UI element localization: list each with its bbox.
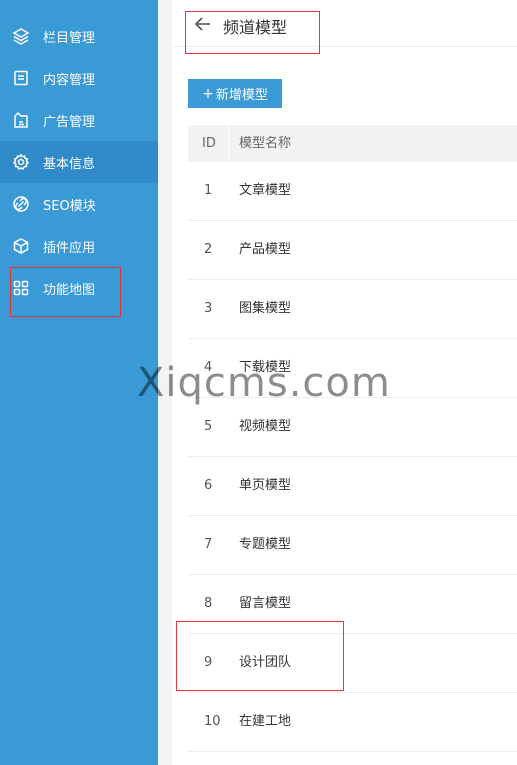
row-id: 7 [204, 537, 213, 552]
add-model-button[interactable]: + 新增模型 [188, 79, 282, 108]
row-id: 10 [204, 714, 221, 729]
row-model-name: 图集模型 [239, 301, 292, 316]
sidebar-item-label: 内容管理 [43, 72, 96, 88]
sidebar-item-content-management[interactable]: 内容管理 [0, 57, 158, 99]
sidebar-item-label: 插件应用 [43, 240, 96, 256]
row-id: 6 [204, 478, 213, 493]
row-id: 5 [204, 419, 213, 434]
table-row[interactable]: 8 留言模型 [188, 575, 517, 634]
watermark: Xiqcms.com [137, 360, 391, 406]
row-model-name: 留言模型 [239, 596, 292, 611]
row-model-name: 单页模型 [239, 478, 292, 493]
link-icon [12, 195, 30, 213]
layers-icon [12, 27, 30, 45]
column-header-model-name: 模型名称 [239, 136, 292, 151]
table-header: ID 模型名称 [188, 125, 517, 162]
row-model-name: 视频模型 [239, 419, 292, 434]
gear-icon [12, 153, 30, 171]
row-id: 8 [204, 596, 213, 611]
table-row[interactable]: 6 单页模型 [188, 457, 517, 516]
row-model-name: 专题模型 [239, 537, 292, 552]
sidebar-item-label: 基本信息 [43, 156, 96, 172]
sidebar: 栏目管理 内容管理 广告管理 基本信息 SEO模块 插件应用 功能地图 [0, 0, 158, 765]
row-model-name: 文章模型 [239, 183, 292, 198]
table-row[interactable]: 2 产品模型 [188, 221, 517, 280]
table-row[interactable]: 5 视频模型 [188, 398, 517, 457]
sidebar-item-basic-info[interactable]: 基本信息 [0, 141, 158, 183]
plus-icon: + [202, 85, 214, 102]
row-id: 1 [204, 183, 213, 198]
add-model-label: 新增模型 [215, 88, 268, 103]
sidebar-item-seo[interactable]: SEO模块 [0, 183, 158, 225]
table-row[interactable]: 1 文章模型 [188, 162, 517, 221]
table-row[interactable]: 9 设计团队 [188, 634, 517, 693]
row-model-name: 产品模型 [239, 242, 292, 257]
cube-icon [12, 237, 30, 255]
page-header: 频道模型 [172, 0, 517, 47]
document-icon [12, 69, 30, 87]
back-arrow-icon[interactable] [194, 15, 212, 33]
sidebar-item-ad-management[interactable]: 广告管理 [0, 99, 158, 141]
ad-icon [12, 111, 30, 129]
table-row[interactable]: 7 专题模型 [188, 516, 517, 575]
page-title: 频道模型 [223, 18, 288, 37]
row-model-name: 在建工地 [239, 714, 292, 729]
row-model-name: 设计团队 [239, 655, 292, 670]
sidebar-item-column-management[interactable]: 栏目管理 [0, 15, 158, 57]
sidebar-item-label: 功能地图 [43, 282, 96, 298]
grid-icon [12, 279, 30, 297]
column-header-id: ID [202, 136, 216, 151]
row-id: 2 [204, 242, 213, 257]
table-row[interactable]: 3 图集模型 [188, 280, 517, 339]
sidebar-item-label: 广告管理 [43, 114, 96, 130]
table-row[interactable]: 10 在建工地 [188, 693, 517, 752]
row-id: 9 [204, 655, 213, 670]
row-id: 3 [204, 301, 213, 316]
sidebar-item-label: SEO模块 [43, 198, 96, 214]
sidebar-item-function-map[interactable]: 功能地图 [0, 267, 158, 309]
sidebar-item-label: 栏目管理 [43, 30, 96, 46]
column-divider [228, 125, 229, 162]
sidebar-item-plugins[interactable]: 插件应用 [0, 225, 158, 267]
